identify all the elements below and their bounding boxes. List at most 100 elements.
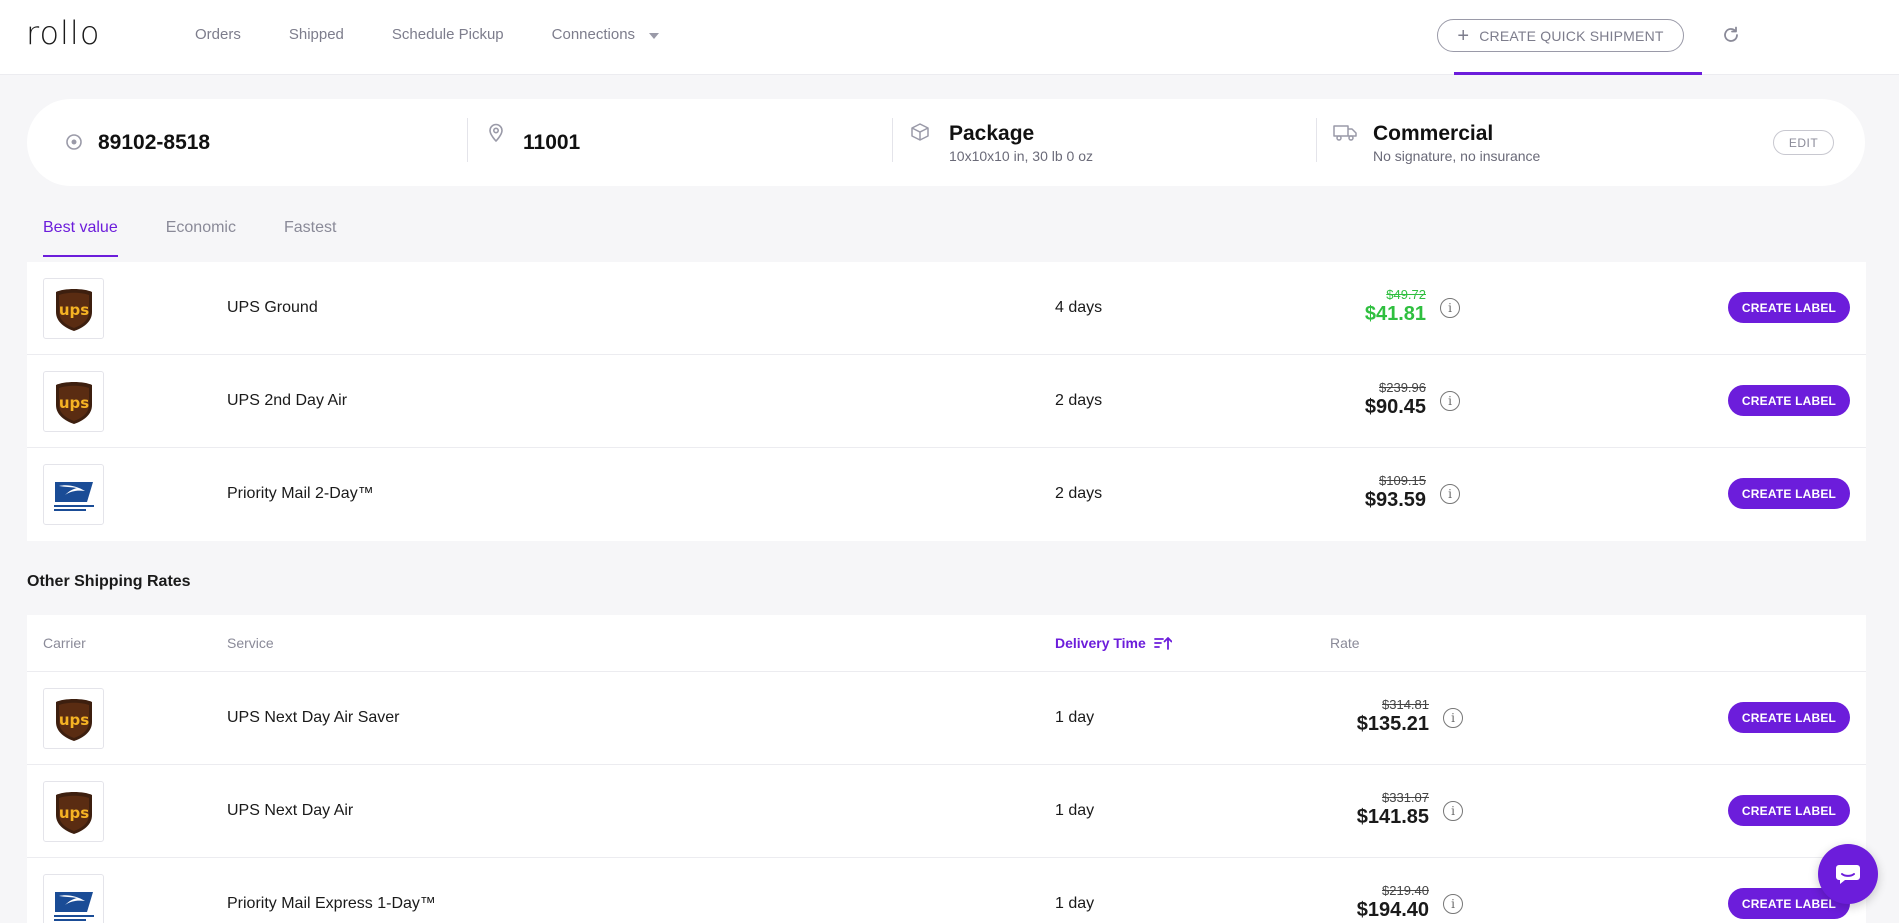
table-header: Carrier Service Delivery Time Rate bbox=[27, 615, 1866, 672]
sort-ascending-icon bbox=[1153, 637, 1172, 650]
package-detail: 10x10x10 in, 30 lb 0 oz bbox=[949, 147, 1093, 164]
tab-fastest[interactable]: Fastest bbox=[284, 219, 336, 257]
column-carrier: Carrier bbox=[43, 635, 86, 651]
svg-text:ups: ups bbox=[58, 804, 88, 822]
delivery-type-cell: Commercial No signature, no insurance bbox=[1373, 99, 1540, 186]
refresh-icon[interactable] bbox=[1721, 25, 1741, 45]
ups-logo: ups bbox=[43, 371, 104, 432]
create-label-button[interactable]: CREATE LABEL bbox=[1728, 478, 1850, 509]
svg-text:ups: ups bbox=[58, 711, 88, 729]
other-rates-table: Carrier Service Delivery Time Rate ups U… bbox=[27, 615, 1866, 923]
delivery-type-detail: No signature, no insurance bbox=[1373, 147, 1541, 164]
table-row: ups UPS 2nd Day Air 2 days $239.96 $90.4… bbox=[27, 355, 1866, 448]
delivery-time: 1 day bbox=[1055, 802, 1095, 819]
nav-shipped[interactable]: Shipped bbox=[289, 26, 344, 43]
price: $109.15 $93.59 bbox=[1365, 473, 1426, 512]
package-title: Package bbox=[949, 121, 1035, 145]
ups-shield-icon: ups bbox=[55, 698, 92, 741]
table-row: Priority Mail Express 1-Day™ 1 day $219.… bbox=[27, 858, 1866, 923]
usps-logo bbox=[43, 464, 104, 525]
main-nav: Orders Shipped Schedule Pickup Connectio… bbox=[195, 26, 660, 43]
other-rates-title: Other Shipping Rates bbox=[27, 573, 191, 590]
info-icon[interactable]: i bbox=[1443, 801, 1463, 821]
discounted-price: $90.45 bbox=[1364, 396, 1426, 418]
divider bbox=[892, 118, 893, 162]
column-delivery-time[interactable]: Delivery Time bbox=[1055, 635, 1172, 651]
usps-eagle-icon bbox=[53, 891, 94, 921]
svg-text:ups: ups bbox=[58, 301, 88, 319]
nav-schedule-pickup-label: Schedule Pickup bbox=[391, 26, 504, 43]
shipment-summary-card: 89102-8518 11001 Package 10x10x10 in, 30… bbox=[27, 99, 1865, 186]
tab-economic[interactable]: Economic bbox=[166, 219, 236, 257]
create-quick-shipment-button[interactable]: + CREATE QUICK SHIPMENT bbox=[1437, 19, 1684, 52]
rollo-logo[interactable]: rollo bbox=[26, 14, 100, 52]
service-name: Priority Mail 2-Day™ bbox=[227, 485, 374, 502]
delivery-time: 1 day bbox=[1055, 709, 1095, 726]
table-row: ups UPS Next Day Air Saver 1 day $314.81… bbox=[27, 672, 1866, 765]
info-icon[interactable]: i bbox=[1440, 298, 1460, 318]
nav-orders-label: Orders bbox=[195, 26, 241, 43]
location-pin-icon bbox=[489, 123, 503, 143]
destination-zip-cell: 11001 bbox=[523, 99, 580, 186]
ups-logo: ups bbox=[43, 781, 104, 842]
ups-logo: ups bbox=[43, 278, 104, 339]
package-cell: Package 10x10x10 in, 30 lb 0 oz bbox=[949, 99, 1093, 186]
tab-best-value[interactable]: Best value bbox=[43, 219, 118, 257]
service-name: UPS Next Day Air bbox=[227, 802, 354, 819]
table-row: ups UPS Ground 4 days $49.72 $41.81 i CR… bbox=[27, 262, 1866, 355]
svg-text:ups: ups bbox=[58, 394, 88, 412]
delivery-time: 4 days bbox=[1055, 299, 1103, 316]
box-icon bbox=[911, 123, 929, 141]
info-icon[interactable]: i bbox=[1440, 391, 1460, 411]
nav-schedule-pickup[interactable]: Schedule Pickup bbox=[392, 26, 504, 43]
chat-icon bbox=[1836, 865, 1860, 884]
best-rates-table: ups UPS Ground 4 days $49.72 $41.81 i CR… bbox=[27, 262, 1866, 541]
service-name: UPS Next Day Air Saver bbox=[227, 709, 400, 726]
origin-zip-cell: 89102-8518 bbox=[98, 99, 210, 186]
column-rate: Rate bbox=[1330, 635, 1360, 651]
chat-widget-button[interactable] bbox=[1818, 844, 1878, 904]
nav-connections[interactable]: Connections bbox=[551, 26, 660, 43]
service-name: UPS Ground bbox=[227, 299, 318, 316]
nav-orders[interactable]: Orders bbox=[195, 26, 241, 43]
origin-target-icon bbox=[66, 134, 82, 150]
table-row: ups UPS Next Day Air 1 day $331.07 $141.… bbox=[27, 765, 1866, 858]
info-icon[interactable]: i bbox=[1443, 894, 1463, 914]
divider bbox=[467, 118, 468, 162]
delivery-time: 2 days bbox=[1055, 485, 1103, 502]
truck-icon bbox=[1333, 125, 1357, 141]
column-delivery-time-label: Delivery Time bbox=[1055, 635, 1146, 651]
original-price: $49.72 bbox=[1386, 287, 1426, 302]
origin-zip: 89102-8518 bbox=[98, 130, 211, 154]
original-price: $109.15 bbox=[1379, 473, 1426, 488]
plus-icon: + bbox=[1457, 24, 1470, 47]
original-price: $331.07 bbox=[1382, 790, 1429, 805]
info-icon[interactable]: i bbox=[1443, 708, 1463, 728]
price: $219.40 $194.40 bbox=[1357, 883, 1429, 922]
create-label-button[interactable]: CREATE LABEL bbox=[1728, 702, 1850, 733]
divider bbox=[1316, 118, 1317, 162]
column-service: Service bbox=[227, 635, 274, 651]
usps-logo bbox=[43, 874, 104, 923]
original-price: $314.81 bbox=[1382, 697, 1429, 712]
quick-shipment-underline bbox=[1454, 72, 1702, 75]
create-label-button[interactable]: CREATE LABEL bbox=[1728, 385, 1850, 416]
table-row: Priority Mail 2-Day™ 2 days $109.15 $93.… bbox=[27, 448, 1866, 541]
edit-shipment-button[interactable]: EDIT bbox=[1773, 130, 1834, 155]
delivery-time: 2 days bbox=[1055, 392, 1103, 409]
rate-tabs: Best value Economic Fastest bbox=[43, 219, 336, 257]
price: $331.07 $141.85 bbox=[1357, 790, 1429, 829]
discounted-price: $194.40 bbox=[1356, 899, 1429, 921]
info-icon[interactable]: i bbox=[1440, 484, 1460, 504]
chevron-down-icon bbox=[649, 32, 660, 39]
ups-shield-icon: ups bbox=[55, 381, 92, 424]
original-price: $219.40 bbox=[1382, 883, 1429, 898]
top-header: rollo Orders Shipped Schedule Pickup Con… bbox=[0, 0, 1899, 75]
create-label-button[interactable]: CREATE LABEL bbox=[1728, 795, 1850, 826]
ups-shield-icon: ups bbox=[55, 288, 92, 331]
ups-shield-icon: ups bbox=[55, 791, 92, 834]
price: $239.96 $90.45 bbox=[1365, 380, 1426, 419]
usps-eagle-icon bbox=[53, 481, 94, 511]
nav-connections-label: Connections bbox=[551, 26, 636, 43]
create-label-button[interactable]: CREATE LABEL bbox=[1728, 292, 1850, 323]
